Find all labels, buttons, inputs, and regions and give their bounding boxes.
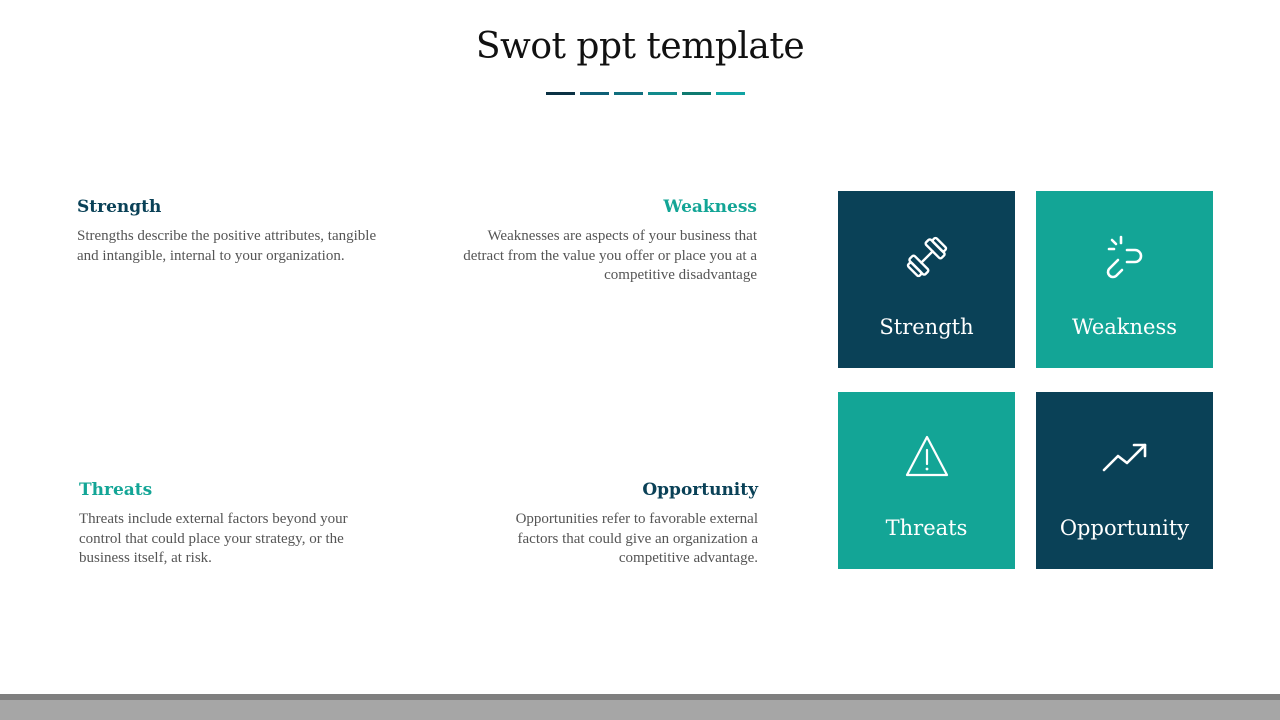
threats-section: Threats Threats include external factors… bbox=[79, 480, 389, 569]
broken-link-icon bbox=[1106, 235, 1142, 279]
threats-heading: Threats bbox=[79, 480, 153, 500]
rule-segment bbox=[648, 92, 677, 95]
weakness-description: Weaknesses are aspects of your business … bbox=[463, 228, 757, 283]
strength-description: Strengths describe the positive attribut… bbox=[77, 228, 377, 264]
dumbbell-icon bbox=[906, 236, 947, 278]
threats-tile-label: Threats bbox=[885, 516, 968, 540]
trend-up-icon bbox=[1102, 443, 1146, 472]
rule-segment bbox=[682, 92, 711, 95]
threats-description: Threats include external factors beyond … bbox=[79, 511, 348, 566]
rule-segment bbox=[580, 92, 609, 95]
footer-bar-light bbox=[0, 700, 1280, 720]
threats-tile: Threats bbox=[838, 392, 1015, 569]
opportunity-heading: Opportunity bbox=[642, 480, 758, 500]
strength-tile-label: Strength bbox=[879, 315, 974, 339]
strength-tile: Strength bbox=[838, 191, 1015, 368]
weakness-tile: Weakness bbox=[1036, 191, 1213, 368]
opportunity-tile: Opportunity bbox=[1036, 392, 1213, 569]
opportunity-description: Opportunities refer to favorable externa… bbox=[515, 511, 758, 566]
weakness-tile-label: Weakness bbox=[1071, 315, 1178, 339]
weakness-heading: Weakness bbox=[663, 197, 757, 217]
rule-segment bbox=[716, 92, 745, 95]
slide-title: Swot ppt template bbox=[475, 26, 805, 67]
weakness-section: Weakness Weaknesses are aspects of your … bbox=[447, 197, 757, 286]
warning-icon bbox=[905, 435, 948, 477]
strength-section: Strength Strengths describe the positive… bbox=[77, 197, 377, 266]
rule-segment bbox=[546, 92, 575, 95]
opportunity-tile-label: Opportunity bbox=[1059, 516, 1190, 540]
title-underline bbox=[546, 92, 745, 95]
rule-segment bbox=[614, 92, 643, 95]
strength-heading: Strength bbox=[77, 197, 162, 217]
opportunity-section: Opportunity Opportunities refer to favor… bbox=[478, 480, 758, 569]
